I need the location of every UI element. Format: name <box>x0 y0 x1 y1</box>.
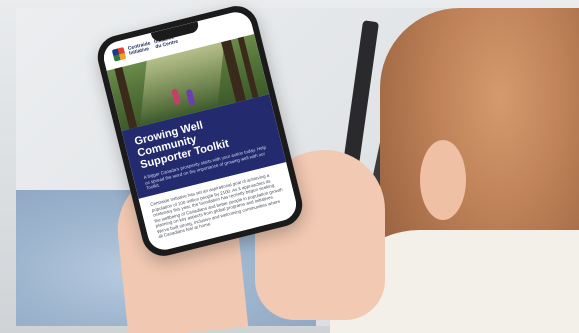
person-ear <box>420 140 466 220</box>
logo-text-left: Centraide Initiative <box>127 40 152 57</box>
photo-scene: Centraide Initiative Initiative du Centr… <box>0 0 579 333</box>
tree-trunk <box>114 66 138 130</box>
logo-icon <box>111 47 127 62</box>
